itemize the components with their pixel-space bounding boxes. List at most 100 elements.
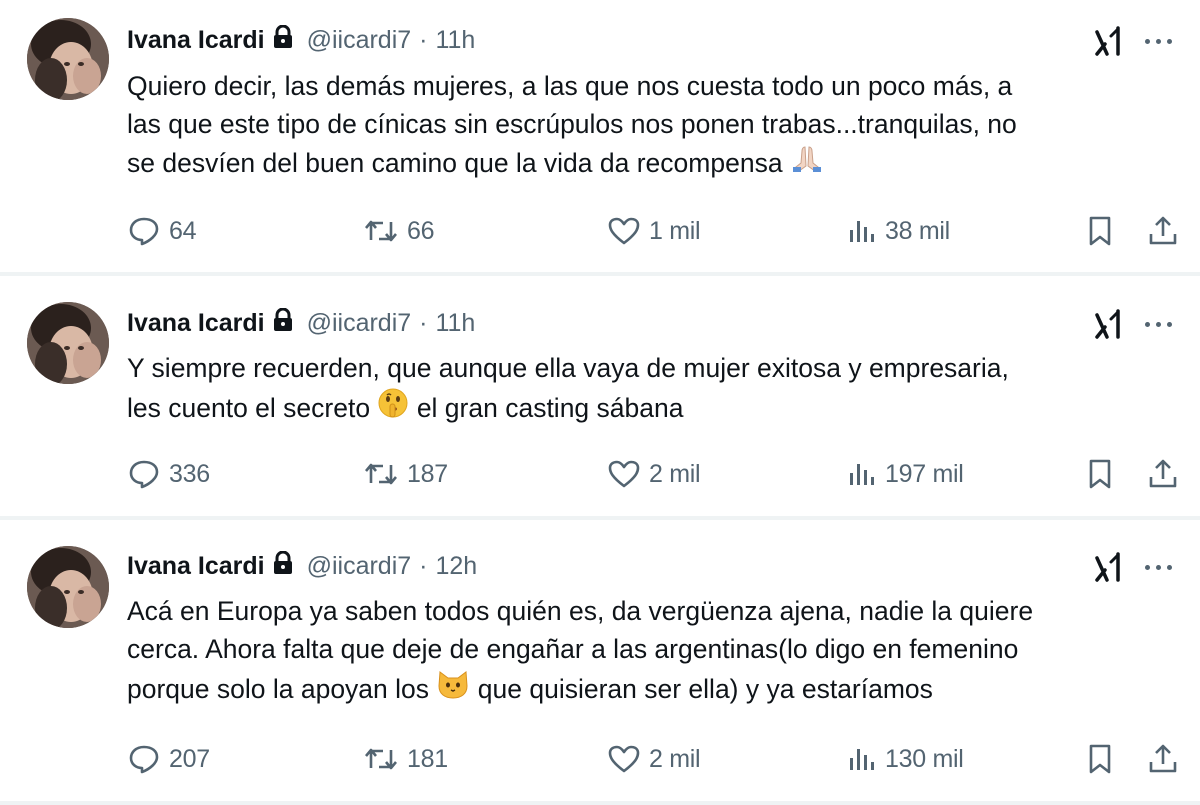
repost-icon xyxy=(365,220,397,242)
bookmark-button[interactable] xyxy=(1085,739,1123,779)
tweet-header: Ivana Icardi @iicardi7 · 11h xyxy=(127,305,475,341)
tweet-text-line: Quiero decir, las demás mujeres, a las q… xyxy=(127,71,1013,101)
repost-count: 181 xyxy=(407,744,448,773)
author-name[interactable]: Ivana Icardi xyxy=(127,552,265,581)
like-icon xyxy=(608,460,640,488)
views-icon xyxy=(850,221,874,242)
bookmark-button[interactable] xyxy=(1085,211,1123,251)
timestamp[interactable]: 12h xyxy=(435,552,477,581)
divider xyxy=(0,801,1200,805)
tweet-text-segment: porque solo la apoyan los xyxy=(127,674,430,704)
shushing-face-emoji xyxy=(377,387,409,429)
separator-dot: · xyxy=(419,308,428,337)
like-button[interactable]: 1 mil xyxy=(607,211,701,251)
grok-icon[interactable] xyxy=(1092,307,1126,341)
tweet-text: Acá en Europa ya saben todos quién es, d… xyxy=(127,592,1177,714)
author-handle[interactable]: @iicardi7 xyxy=(307,26,412,55)
reply-icon xyxy=(129,217,159,246)
tweet-text-line: Y siempre recuerden, que aunque ella vay… xyxy=(127,353,1009,383)
tweet-text-line: las que este tipo de cínicas sin escrúpu… xyxy=(127,109,1017,139)
like-count: 1 mil xyxy=(649,216,701,245)
views-count: 130 mil xyxy=(885,744,964,773)
repost-count: 187 xyxy=(407,459,448,488)
reply-button[interactable]: 336 xyxy=(127,454,210,494)
tweet-text-line: les cuento el secreto el gran casting sá… xyxy=(127,387,1177,433)
timestamp[interactable]: 11h xyxy=(435,309,475,338)
repost-button[interactable]: 66 xyxy=(363,211,435,251)
separator-dot: · xyxy=(419,25,428,54)
like-icon xyxy=(608,745,640,773)
separator-dot: · xyxy=(419,551,428,580)
repost-button[interactable]: 181 xyxy=(363,739,448,779)
tweet-text-segment: les cuento el secreto xyxy=(127,393,371,423)
author-handle[interactable]: @iicardi7 xyxy=(307,552,412,581)
bookmark-icon xyxy=(1089,744,1111,774)
share-button[interactable] xyxy=(1147,454,1187,494)
author-name[interactable]: Ivana Icardi xyxy=(127,26,265,55)
repost-count: 66 xyxy=(407,216,435,245)
share-icon xyxy=(1149,216,1177,245)
like-icon xyxy=(608,217,640,245)
avatar[interactable] xyxy=(27,546,109,628)
tweet-text-line: porque solo la apoyan los que quisieran … xyxy=(127,668,1177,714)
tweet-actions: 207 181 2 mil 130 mil xyxy=(127,739,1187,779)
avatar[interactable] xyxy=(27,302,109,384)
bookmark-icon xyxy=(1089,216,1111,246)
share-icon xyxy=(1149,459,1177,488)
reply-icon xyxy=(129,460,159,489)
views-icon xyxy=(850,749,874,770)
author-handle[interactable]: @iicardi7 xyxy=(307,309,412,338)
like-button[interactable]: 2 mil xyxy=(607,454,701,494)
views-count: 38 mil xyxy=(885,216,950,245)
tweet-actions: 64 66 1 mil 38 mil xyxy=(127,211,1187,251)
reply-count: 64 xyxy=(169,216,197,245)
share-button[interactable] xyxy=(1147,739,1187,779)
tweet-text-segment: que quisieran ser ella) y ya estaríamos xyxy=(477,674,933,704)
views-button[interactable]: 197 mil xyxy=(847,454,964,494)
views-button[interactable]: 38 mil xyxy=(847,211,950,251)
tweet-text: Quiero decir, las demás mujeres, a las q… xyxy=(127,67,1177,187)
tweet-text-line: cerca. Ahora falta que deje de engañar a… xyxy=(127,634,1019,664)
lock-icon xyxy=(273,307,293,339)
tweet-text-segment: el gran casting sábana xyxy=(416,393,684,423)
reply-button[interactable]: 64 xyxy=(127,211,197,251)
reply-button[interactable]: 207 xyxy=(127,739,210,779)
views-button[interactable]: 130 mil xyxy=(847,739,964,779)
grok-icon[interactable] xyxy=(1092,550,1126,584)
reply-icon xyxy=(129,745,159,774)
author-name[interactable]: Ivana Icardi xyxy=(127,309,265,338)
lock-icon xyxy=(273,550,293,582)
more-icon[interactable] xyxy=(1145,319,1181,329)
folded-hands-emoji xyxy=(790,143,824,183)
more-icon[interactable] xyxy=(1145,36,1181,46)
views-icon xyxy=(850,464,874,485)
avatar[interactable] xyxy=(27,18,109,100)
timestamp[interactable]: 11h xyxy=(435,26,475,55)
views-count: 197 mil xyxy=(885,459,964,488)
bookmark-icon xyxy=(1089,459,1111,489)
repost-icon xyxy=(365,463,397,485)
more-icon[interactable] xyxy=(1145,562,1181,572)
lock-icon xyxy=(273,24,293,56)
like-button[interactable]: 2 mil xyxy=(607,739,701,779)
like-count: 2 mil xyxy=(649,459,701,488)
share-icon xyxy=(1149,744,1177,773)
repost-button[interactable]: 187 xyxy=(363,454,448,494)
tweet-3[interactable]: Ivana Icardi @iicardi7 · 12h Acá en Euro… xyxy=(0,520,1200,801)
tweet-text-line: se desvíen del buen camino que la vida d… xyxy=(127,143,1177,187)
like-count: 2 mil xyxy=(649,744,701,773)
cat-face-emoji xyxy=(436,668,470,710)
tweet-text-segment: se desvíen del buen camino que la vida d… xyxy=(127,148,783,178)
tweet-text-line: Acá en Europa ya saben todos quién es, d… xyxy=(127,596,1034,626)
tweet-1[interactable]: Ivana Icardi @iicardi7 · 11h Quiero deci… xyxy=(0,0,1200,272)
grok-icon[interactable] xyxy=(1092,24,1126,58)
reply-count: 207 xyxy=(169,744,210,773)
tweet-2[interactable]: Ivana Icardi @iicardi7 · 11h Y siempre r… xyxy=(0,276,1200,516)
bookmark-button[interactable] xyxy=(1085,454,1123,494)
tweet-header: Ivana Icardi @iicardi7 · 12h xyxy=(127,548,477,584)
repost-icon xyxy=(365,748,397,770)
tweet-text: Y siempre recuerden, que aunque ella vay… xyxy=(127,349,1177,433)
share-button[interactable] xyxy=(1147,211,1187,251)
reply-count: 336 xyxy=(169,459,210,488)
tweet-header: Ivana Icardi @iicardi7 · 11h xyxy=(127,22,475,58)
